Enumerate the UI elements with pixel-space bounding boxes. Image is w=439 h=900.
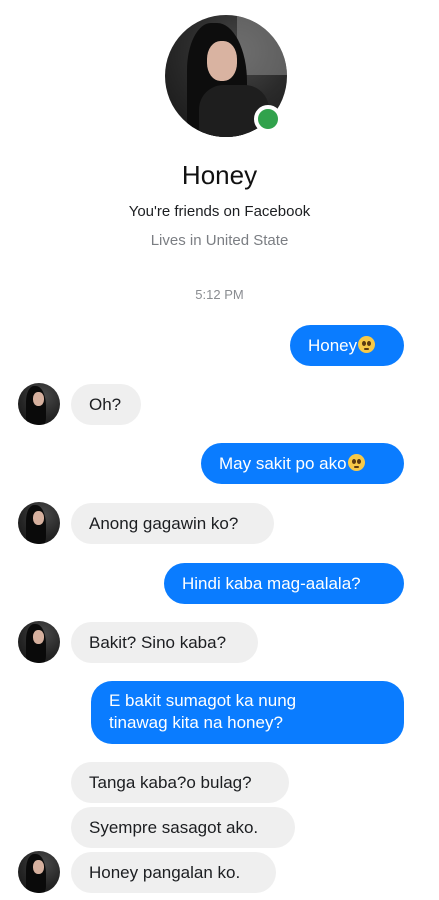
sent-message[interactable]: May sakit po ako [201, 443, 404, 484]
received-message[interactable]: Tanga kaba?o bulag? [71, 762, 289, 803]
received-message[interactable]: Honey pangalan ko. [71, 852, 276, 893]
profile-name[interactable]: Honey [0, 160, 439, 191]
profile-header: Honey You're friends on Facebook Lives i… [0, 0, 439, 260]
pleading-face-emoji-icon [347, 454, 365, 471]
contact-avatar[interactable] [18, 851, 60, 893]
received-message[interactable]: Bakit? Sino kaba? [71, 622, 258, 663]
message-text: Tanga kaba?o bulag? [89, 773, 252, 792]
message-text: Syempre sasagot ako. [89, 818, 259, 837]
contact-avatar[interactable] [18, 383, 60, 425]
sent-message[interactable]: Hindi kaba mag-aalala? [164, 563, 404, 604]
message-text: Hindi kaba mag-aalala? [182, 574, 361, 593]
message-text: May sakit po ako [219, 454, 347, 473]
online-status-dot [254, 105, 282, 133]
message-text: Honey pangalan ko. [89, 863, 241, 882]
friends-status-text: You're friends on Facebook [128, 203, 311, 220]
photo-face [207, 41, 237, 81]
location-text: Lives in United State [150, 232, 289, 249]
message-text: Bakit? Sino kaba? [89, 633, 227, 652]
received-message[interactable]: Oh? [71, 384, 141, 425]
contact-avatar[interactable] [18, 621, 60, 663]
message-timestamp: 5:12 PM [195, 287, 244, 302]
message-text: Oh? [89, 395, 122, 414]
contact-avatar[interactable] [18, 502, 60, 544]
message-text-line-1: E bakit sumagot ka nung [109, 691, 297, 710]
sent-message[interactable]: E bakit sumagot ka nung tinawag kita na … [91, 681, 404, 744]
received-message[interactable]: Anong gagawin ko? [71, 503, 274, 544]
sent-message[interactable]: Honey [290, 325, 404, 366]
message-text-line-2: tinawag kita na honey? [109, 713, 283, 732]
pleading-face-emoji-icon [358, 336, 376, 353]
received-message[interactable]: Syempre sasagot ako. [71, 807, 295, 848]
message-text: Honey [308, 336, 358, 355]
message-text: Anong gagawin ko? [89, 514, 239, 533]
